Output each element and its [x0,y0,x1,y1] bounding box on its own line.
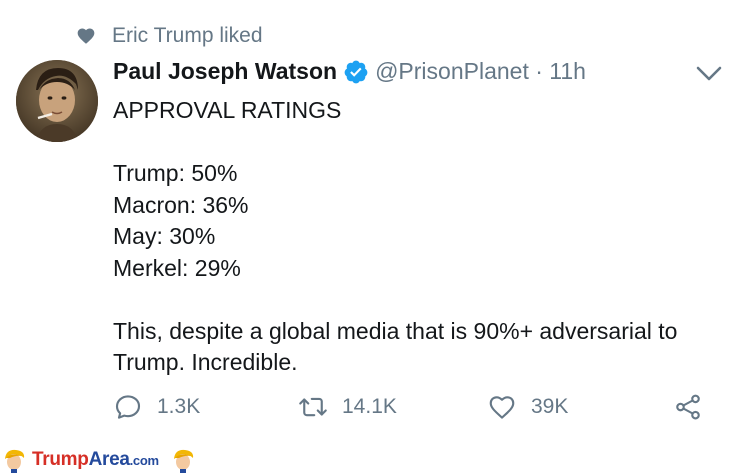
watermark-logo: TrumpArea.com [0,446,197,473]
tweet-line [113,284,723,316]
profile-photo [16,60,98,142]
author-handle-and-time[interactable]: @PrisonPlanet · 11h [375,58,586,85]
tweet-line: APPROVAL RATINGS [113,97,342,123]
tweet-text: APPROVAL RATINGS Trump: 50% Macron: 36% … [113,95,723,379]
retweet-button[interactable]: 14.1K [298,392,397,422]
tweet-line: May: 30% [113,223,216,249]
verified-badge-icon [344,60,368,83]
trump-head-icon [173,449,193,473]
chevron-down-icon[interactable] [694,62,724,86]
tweet-line: This, despite a global media that is 90%… [113,317,678,344]
tweet-actions: 1.3K 14.1K 39K [113,392,713,428]
retweet-count: 14.1K [342,395,397,418]
tweet-line: Merkel: 29% [113,254,241,281]
share-button[interactable] [673,392,703,422]
reply-count: 1.3K [157,395,201,418]
tweet-line: Macron: 36% [113,191,249,218]
reply-button[interactable]: 1.3K [113,392,200,422]
tweet-line: Trump. Incredible. [113,349,298,375]
heart-icon [77,28,95,44]
retweet-icon [299,397,327,417]
tweet-header: Paul Joseph Watson @PrisonPlanet · 11h [113,58,586,85]
tweet-line [113,127,723,159]
tweet-line: Trump: 50% [113,160,238,186]
like-count: 39K [531,395,569,418]
social-context-label[interactable]: Eric Trump liked [112,24,263,48]
trump-head-icon [5,449,25,473]
reply-icon [115,395,141,419]
avatar[interactable] [16,60,98,142]
author-name[interactable]: Paul Joseph Watson [113,58,337,85]
social-context: Eric Trump liked [76,24,263,48]
like-button[interactable]: 39K [487,392,568,422]
like-icon [489,396,515,419]
watermark-brand: TrumpArea.com [32,448,159,470]
share-icon [676,394,700,420]
